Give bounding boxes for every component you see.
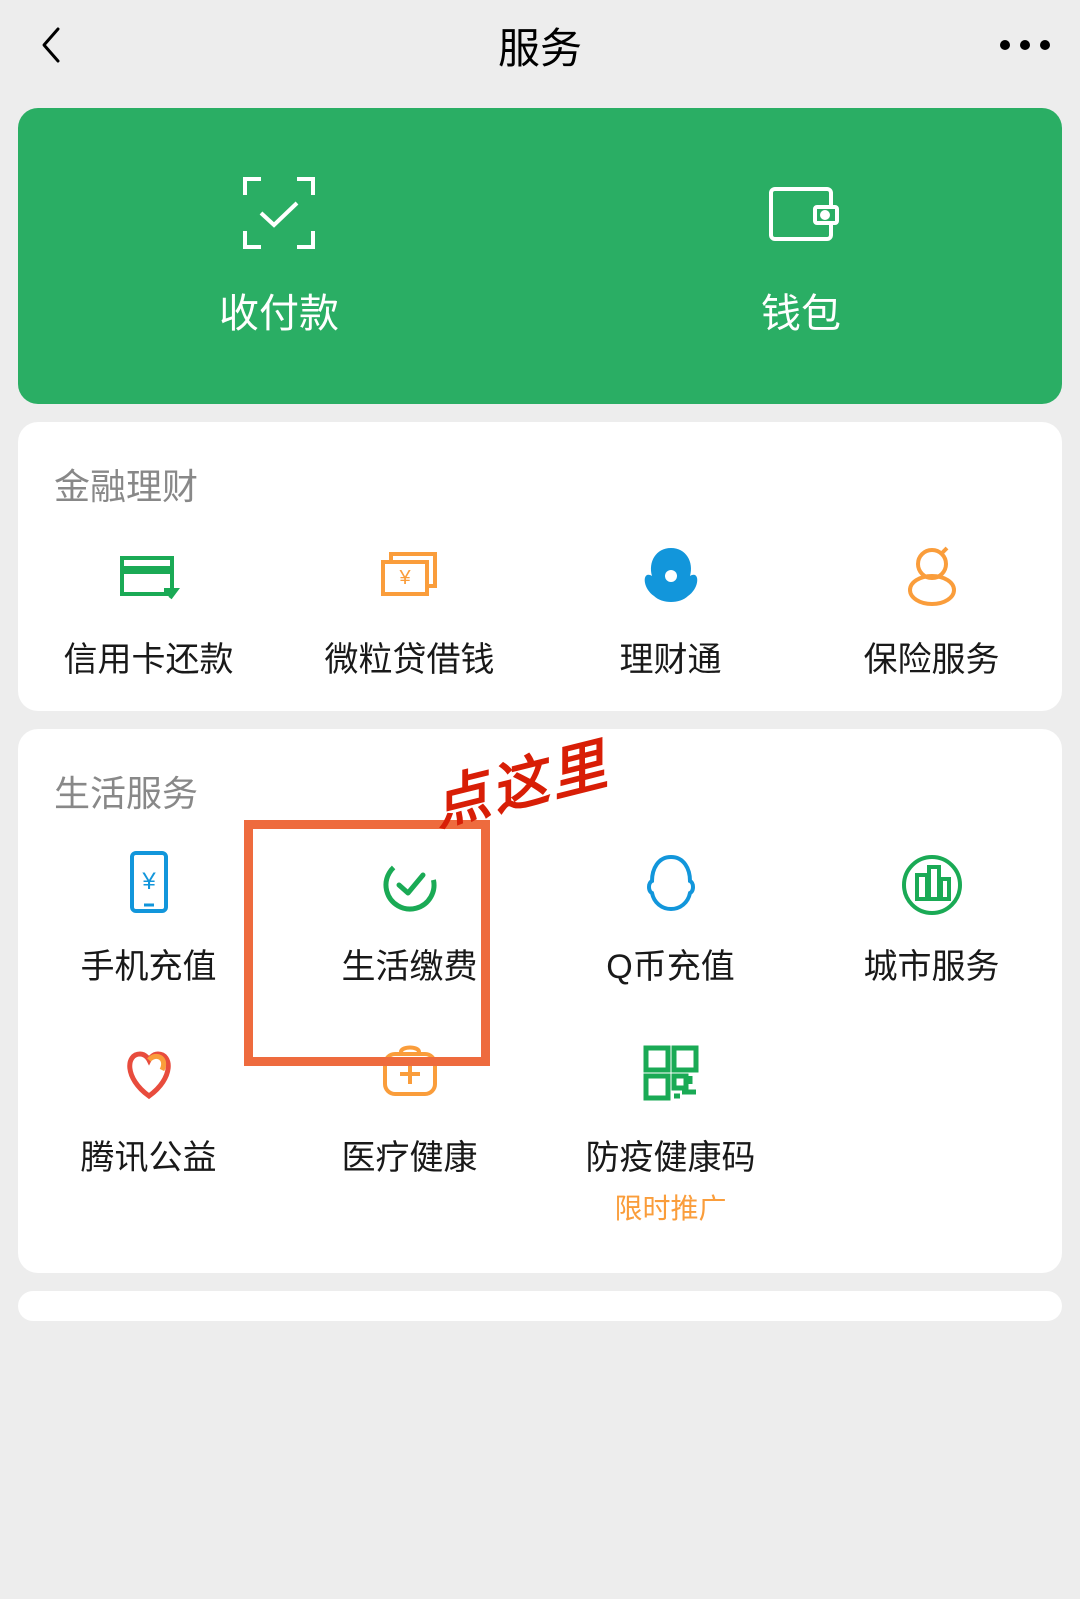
loan-icon: ¥ bbox=[375, 540, 445, 610]
qq-icon bbox=[636, 847, 706, 917]
heart-icon bbox=[114, 1038, 184, 1108]
item-label: 医疗健康 bbox=[342, 1130, 478, 1179]
chevron-left-icon bbox=[39, 26, 61, 64]
wallet-label: 钱包 bbox=[761, 281, 841, 339]
item-label: 城市服务 bbox=[864, 939, 1000, 988]
back-button[interactable] bbox=[30, 25, 70, 65]
hero-card: 收付款 钱包 bbox=[18, 108, 1062, 404]
pay-receive-button[interactable]: 收付款 bbox=[18, 173, 540, 339]
charity-button[interactable]: 腾讯公益 bbox=[18, 1038, 279, 1227]
health-code-button[interactable]: 防疫健康码 限时推广 bbox=[540, 1038, 801, 1227]
invest-icon bbox=[636, 540, 706, 610]
header: 服务 bbox=[0, 0, 1080, 90]
city-services-button[interactable]: 城市服务 bbox=[801, 847, 1062, 988]
credit-card-repay-button[interactable]: 信用卡还款 bbox=[18, 540, 279, 681]
qq-coin-button[interactable]: Q币充值 bbox=[540, 847, 801, 988]
dot-icon bbox=[1020, 40, 1030, 50]
insurance-button[interactable]: 保险服务 bbox=[801, 540, 1062, 681]
item-label: 微粒贷借钱 bbox=[325, 632, 495, 681]
page-title: 服务 bbox=[498, 15, 582, 76]
pay-label: 收付款 bbox=[219, 281, 339, 339]
phone-recharge-button[interactable]: ¥ 手机充值 bbox=[18, 847, 279, 988]
annotation-highlight bbox=[244, 820, 490, 1066]
wallet-icon bbox=[761, 173, 841, 253]
item-label: Q币充值 bbox=[606, 939, 734, 988]
svg-text:¥: ¥ bbox=[141, 868, 156, 895]
item-label: 信用卡还款 bbox=[64, 632, 234, 681]
insurance-icon bbox=[897, 540, 967, 610]
qr-code-icon bbox=[636, 1038, 706, 1108]
section-title: 金融理财 bbox=[18, 458, 1062, 520]
credit-card-icon bbox=[114, 540, 184, 610]
medical-button[interactable]: 医疗健康 bbox=[279, 1038, 540, 1227]
dot-icon bbox=[1040, 40, 1050, 50]
wallet-button[interactable]: 钱包 bbox=[540, 173, 1062, 339]
loan-button[interactable]: ¥ 微粒贷借钱 bbox=[279, 540, 540, 681]
next-section-peek bbox=[18, 1291, 1062, 1321]
invest-button[interactable]: 理财通 bbox=[540, 540, 801, 681]
item-sublabel: 限时推广 bbox=[614, 1187, 726, 1227]
finance-section: 金融理财 信用卡还款 ¥ 微粒贷借钱 bbox=[18, 422, 1062, 711]
phone-icon: ¥ bbox=[114, 847, 184, 917]
item-label: 理财通 bbox=[620, 632, 722, 681]
city-icon bbox=[897, 847, 967, 917]
svg-text:¥: ¥ bbox=[398, 567, 411, 589]
dot-icon bbox=[1000, 40, 1010, 50]
item-label: 腾讯公益 bbox=[81, 1130, 217, 1179]
item-label: 手机充值 bbox=[81, 939, 217, 988]
scan-pay-icon bbox=[239, 173, 319, 253]
more-button[interactable] bbox=[1000, 40, 1050, 50]
item-label: 防疫健康码 bbox=[586, 1130, 756, 1179]
item-label: 保险服务 bbox=[864, 632, 1000, 681]
